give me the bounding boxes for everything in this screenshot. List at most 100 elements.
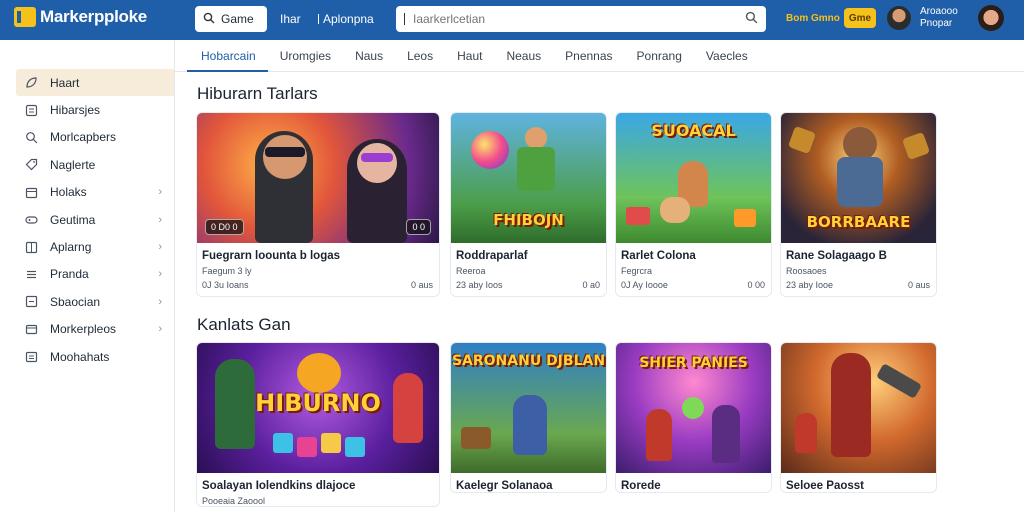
card-meta-right: 0 00 [747,280,765,290]
tab-haut[interactable]: Haut [445,40,494,72]
sidebar-item-label: Pranda [50,267,89,282]
search-icon[interactable] [745,11,758,27]
card-meta: 0J Ay Ioooe 0 00 [616,276,771,296]
category-tabs: Hobarcain Uromgies Naus Leos Haut Neaus … [175,40,1024,72]
game-card[interactable]: HIBURNO Soalayan Iolendkins dlajoce Pooe… [196,342,440,507]
sidebar-item-label: Aplarng [50,240,92,255]
game-card[interactable]: SUOACAL Rarlet Colona Fegrcra 0J Ay Iooo… [615,112,772,297]
tab-leos[interactable]: Leos [395,40,445,72]
sidebar-item-label: Geutima [50,212,96,227]
sidebar-item-pranda[interactable]: Pranda › [0,261,174,288]
sidebar-item-sbaocian[interactable]: Sbaocian › [0,288,174,315]
thumbnail-title: BORRBAARE [806,213,911,231]
profile-avatar[interactable] [978,5,1004,31]
card-subtitle: Faegum 3 ly [202,266,252,276]
sidebar-item-label: Morkerpleos [50,322,117,337]
sidebar-item-holaks[interactable]: Holaks › [0,179,174,206]
top-bar: Markerpploke Game Ihar Aplonpna Bom Gmno… [0,0,1024,40]
card-subtitle: Pooeaia Zaoool [202,496,266,506]
logo[interactable]: Markerpploke [14,7,147,27]
user-name-line: Pnopar [920,18,953,29]
thumbnail-title: FHIBOJN [493,211,564,229]
sidebar-item-label: Naglerte [50,157,96,172]
game-card[interactable]: SHIER PANIES Rorede [615,342,772,493]
search-input[interactable] [405,12,745,26]
tag-icon [24,158,38,172]
divider-icon [318,14,319,24]
sidebar-item-morlcapbers[interactable]: Morlcapbers [0,124,174,151]
card-meta-right: 0 aus [907,280,930,290]
avatar[interactable] [887,6,911,30]
top-nav-label: Aplonpna [323,12,374,26]
card-title: Rane Solagaago B [786,250,887,262]
chevron-right-icon: › [158,268,162,281]
folder-icon [24,350,38,364]
game-badge-button[interactable]: Gme [844,8,876,28]
search-icon [203,12,215,27]
section-title: Kanlats Gan [197,315,291,334]
card-title: Soalayan Iolendkins dlajoce [202,480,356,492]
game-thumbnail: HIBURNO [197,343,439,473]
chevron-right-icon: › [158,323,162,336]
tab-uromgies[interactable]: Uromgies [268,40,343,72]
card-title: Kaelegr Solanaoa [456,480,553,492]
cart-icon [24,322,38,336]
user-name[interactable]: Aroaooo Pnopar [920,6,958,30]
sidebar-item-label: Holaks [50,185,87,200]
card-meta-right: 0 a0 [582,280,600,290]
card-title: Rorede [621,480,661,492]
points-text: Bom Gmno [786,13,840,24]
card-subtitle: Fegrcra [621,266,653,276]
card-meta-left: 23 aby Iooe [786,280,834,290]
card-meta: 0J 3u Ioans 0 aus [197,276,439,296]
tab-ponrang[interactable]: Ponrang [625,40,694,72]
gamepad-icon [24,213,38,227]
thumbnail-title: SHIER PANIES [639,355,748,371]
card-subtitle: Roosaoes [786,266,827,276]
card-title: Fuegrarn loounta b logas [202,250,341,262]
search-icon [24,130,38,144]
card-meta-left: 0J Ay Ioooe [621,280,668,290]
main-search [396,6,766,32]
user-name-line: Aroaooo [920,6,958,17]
list-icon [24,103,38,117]
card-meta-right: 0 aus [410,280,433,290]
sidebar-item-label: Haart [50,75,80,90]
tab-vaecles[interactable]: Vaecles [694,40,760,72]
sidebar-item-aplarng[interactable]: Aplarng › [0,233,174,260]
chevron-right-icon: › [158,295,162,308]
sidebar-item-label: Hibarsjes [50,103,101,118]
chevron-right-icon: › [158,241,162,254]
tab-pnennas[interactable]: Pnennas [553,40,624,72]
sidebar-item-naglerte[interactable]: Naglerte [0,151,174,178]
sidebar-item-moohahats[interactable]: Moohahats [0,343,174,370]
game-card[interactable]: BORRBAARE Rane Solagaago B Roosaoes 23 a… [780,112,937,297]
logo-text: Markerpploke [40,7,147,26]
sidebar-item-label: Sbaocian [50,294,101,309]
sidebar-item-haart[interactable]: Haart [16,69,174,97]
card-meta: 23 aby Ioos 0 a0 [451,276,606,296]
top-nav-item[interactable]: Ihar [280,12,301,26]
menu-icon [24,267,38,281]
game-thumbnail: FHIBOJN [451,113,606,243]
card-title: Rarlet Colona [621,250,696,262]
tab-naus[interactable]: Naus [343,40,395,72]
game-search-button[interactable]: Game [195,6,267,32]
card-badge: 0 D0 0 [205,219,244,235]
tab-hobarcain[interactable]: Hobarcain [175,40,268,72]
sidebar-item-hibarsjes[interactable]: Hibarsjes [0,96,174,123]
game-card[interactable]: SARONANU DJBLAN Kaelegr Solanaoa [450,342,607,493]
game-card[interactable]: Seloee Paosst [780,342,937,493]
sidebar-item-morkerpleos[interactable]: Morkerpleos › [0,316,174,343]
tab-neaus[interactable]: Neaus [494,40,553,72]
section-title: Hiburarn Tarlars [197,84,318,103]
top-nav-item-apps[interactable]: Aplonpna [318,12,374,26]
game-card[interactable]: 0 D0 0 0 0 Fuegrarn loounta b logas Faeg… [196,112,440,297]
card-meta: 23 aby Iooe 0 aus [781,276,936,296]
game-thumbnail: SHIER PANIES [616,343,771,473]
sidebar-item-geutima[interactable]: Geutima › [0,206,174,233]
game-thumbnail: SARONANU DJBLAN [451,343,606,473]
game-card[interactable]: FHIBOJN Roddraparlaf Reeroa 23 aby Ioos … [450,112,607,297]
box-icon [24,295,38,309]
grid-icon [24,240,38,254]
